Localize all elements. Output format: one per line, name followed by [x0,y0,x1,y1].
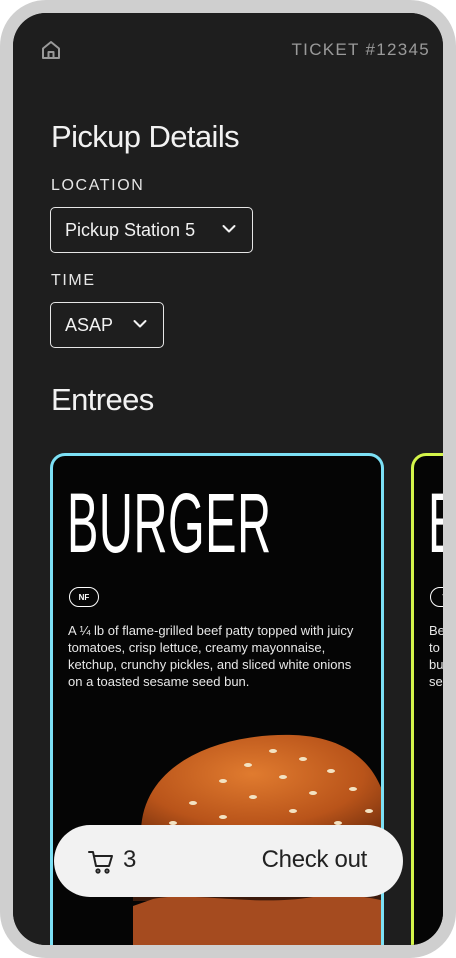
ticket-number: TICKET #12345 [291,40,430,59]
entree-name: B [428,478,443,568]
time-value: ASAP [65,314,114,335]
location-select[interactable]: Pickup Station 5 [50,207,253,253]
home-icon[interactable] [40,39,62,61]
entree-description: A ¼ lb of flame-grilled beef patty toppe… [68,623,354,689]
app-screen: TICKET #12345 Pickup Details LOCATION Pi… [13,13,443,945]
chevron-down-icon [133,320,147,328]
section-heading-entrees: Entrees [51,382,154,417]
device-frame: TICKET #12345 Pickup Details LOCATION Pi… [0,0,456,958]
dietary-badge: V [430,587,443,607]
checkout-button[interactable]: Check out [262,846,368,874]
location-label: LOCATION [51,177,145,194]
dietary-badge: NF [69,587,99,607]
cart-count: 3 [123,846,137,873]
chevron-down-icon [222,225,236,233]
entree-description: Be to bu se [429,623,443,689]
entree-card-2[interactable]: B V Be to bu se [411,453,443,945]
page-title: Pickup Details [51,119,240,154]
cart-icon [88,851,113,874]
checkout-bar[interactable]: 3 Check out [54,825,403,897]
entree-name: BURGER [67,476,272,570]
location-value: Pickup Station 5 [65,219,196,240]
time-label: TIME [51,272,96,289]
time-select[interactable]: ASAP [50,302,164,348]
